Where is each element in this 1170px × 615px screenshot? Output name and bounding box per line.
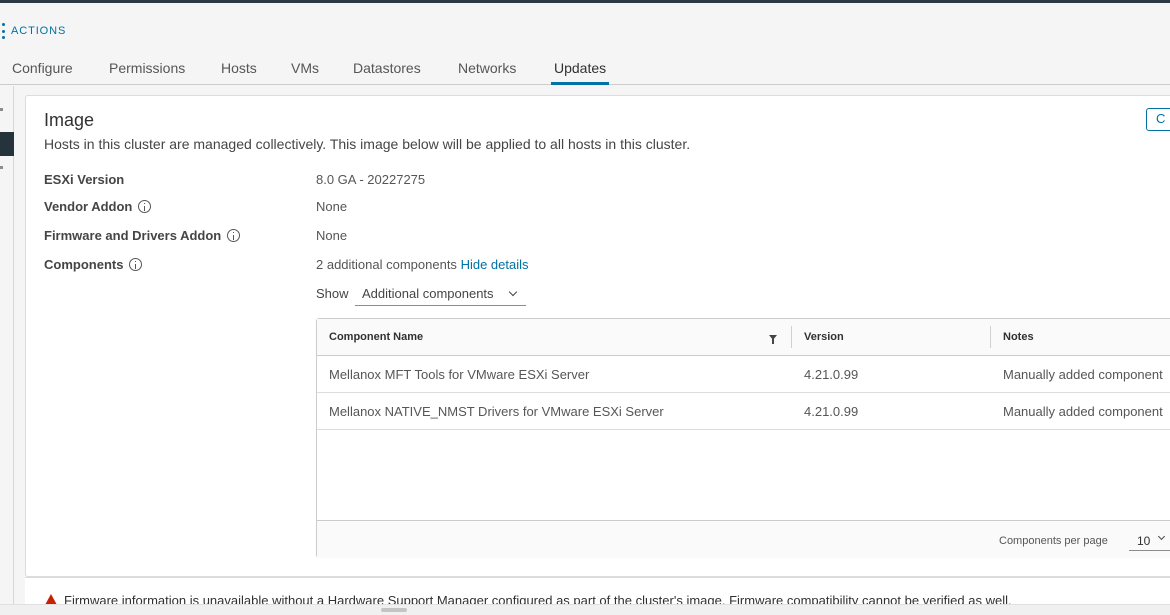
components-count: 2 additional components [316,257,457,272]
components-label: Components [44,257,143,272]
firmware-addon-label: Firmware and Drivers Addon [44,228,241,243]
tab-updates[interactable]: Updates [551,60,610,85]
per-page-value: 10 [1137,534,1151,548]
tab-networks[interactable]: Networks [458,60,516,85]
grid-footer: Components per page 10 [317,520,1170,558]
image-description: Hosts in this cluster are managed collec… [44,136,691,152]
components-label-text: Components [44,257,124,272]
chevron-down-icon [508,287,518,297]
show-filter-value: Additional components [362,286,494,301]
column-divider[interactable] [791,326,792,348]
notes-cell: Manually added component [1003,367,1163,382]
info-icon[interactable] [227,229,241,242]
components-value: 2 additional components Hide details [316,257,529,272]
tab-bar: Configure Permissions Hosts VMs Datastor… [0,54,1170,85]
kebab-icon [0,23,6,39]
scrollbar-thumb[interactable] [381,608,407,612]
filter-icon[interactable] [769,335,777,344]
column-divider[interactable] [990,326,991,348]
tab-datastores[interactable]: Datastores [353,60,421,85]
tab-configure[interactable]: Configure [12,60,73,85]
vendor-addon-label: Vendor Addon [44,199,152,214]
firmware-addon-value: None [316,228,348,243]
component-name-cell: Mellanox MFT Tools for VMware ESXi Serve… [329,367,590,382]
tab-hosts[interactable]: Hosts [221,60,257,85]
tab-permissions[interactable]: Permissions [109,60,185,85]
edit-image-button-label: C [1156,111,1166,126]
esxi-version-label: ESXi Version [44,172,124,187]
nav-collapse-marker [0,108,3,111]
hide-details-link[interactable]: Hide details [461,257,529,272]
show-label: Show [316,286,349,301]
actions-menu[interactable]: ACTIONS [0,22,66,40]
image-title: Image [44,110,95,130]
info-icon[interactable] [138,200,152,213]
version-cell: 4.21.0.99 [804,367,859,382]
top-header-bar [0,0,1170,3]
actions-label: ACTIONS [11,25,67,37]
left-nav-selected-item[interactable] [0,132,14,156]
column-header-version[interactable]: Version [804,331,844,343]
column-header-notes[interactable]: Notes [1003,331,1034,343]
vendor-addon-value: None [316,199,348,214]
esxi-version-label-text: ESXi Version [44,172,125,187]
notes-cell: Manually added component [1003,404,1163,419]
chevron-down-icon [1157,532,1166,541]
info-icon[interactable] [129,258,143,271]
grid-header: Component Name Version Notes [317,319,1170,356]
nav-expand-marker [0,166,3,169]
per-page-label: Components per page [999,535,1108,547]
left-nav-pane [0,86,14,615]
esxi-version-value: 8.0 GA - 20227275 [316,172,426,187]
table-row[interactable]: Mellanox MFT Tools for VMware ESXi Serve… [317,356,1170,393]
vendor-addon-label-text: Vendor Addon [44,199,133,214]
component-name-cell: Mellanox NATIVE_NMST Drivers for VMware … [329,404,664,419]
firmware-addon-label-text: Firmware and Drivers Addon [44,228,222,243]
tab-vms[interactable]: VMs [291,60,319,85]
horizontal-scrollbar[interactable] [0,604,1170,615]
table-row[interactable]: Mellanox NATIVE_NMST Drivers for VMware … [317,393,1170,430]
show-filter-select[interactable]: Additional components [355,284,526,306]
edit-image-button[interactable]: C [1146,108,1170,131]
components-grid: Component Name Version Notes Mellanox MF… [316,318,1170,558]
per-page-select[interactable]: 10 [1129,531,1170,551]
version-cell: 4.21.0.99 [804,404,859,419]
column-header-component-name[interactable]: Component Name [329,331,423,343]
